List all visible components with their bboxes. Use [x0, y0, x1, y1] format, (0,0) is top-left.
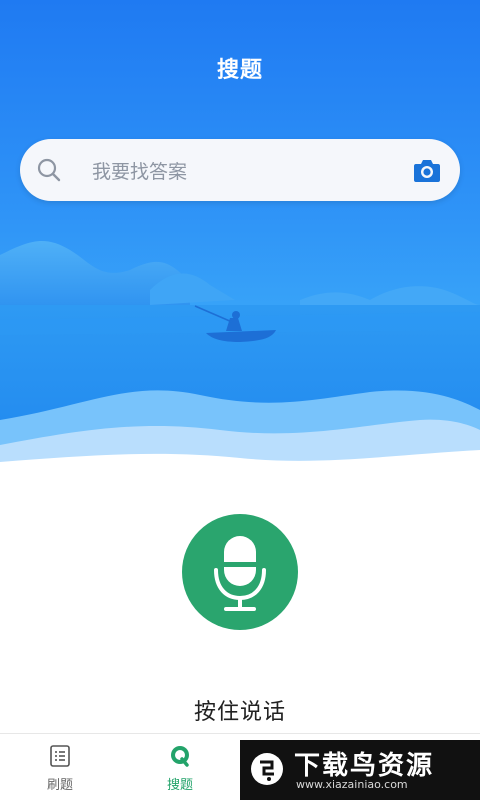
tab-practice[interactable]: 刷题 [15, 734, 105, 800]
search-input[interactable]: 我要找答案 [92, 157, 187, 184]
voice-search-button[interactable] [182, 514, 298, 630]
tab-search-label: 搜题 [166, 778, 193, 793]
tab-search[interactable]: 搜题 [135, 734, 225, 800]
tab-practice-label: 刷题 [46, 778, 73, 793]
watermark-banner: 下载鸟资源 www.xiazainiao.com [240, 740, 480, 800]
list-icon [50, 745, 70, 767]
bird-logo-icon [251, 753, 283, 785]
watermark-text: 下载鸟资源 [294, 751, 435, 781]
search-icon [37, 158, 61, 182]
page-title: 搜题 [216, 58, 263, 83]
voice-hint-label: 按住说话 [193, 700, 286, 725]
watermark-url: www.xiazainiao.com [296, 778, 408, 791]
search-bar[interactable]: 我要找答案 [20, 139, 460, 201]
camera-icon[interactable] [412, 156, 442, 184]
microphone-icon [214, 536, 266, 611]
search-tab-icon [171, 746, 189, 767]
hero-banner: 搜题 我要找答案 [0, 0, 480, 480]
